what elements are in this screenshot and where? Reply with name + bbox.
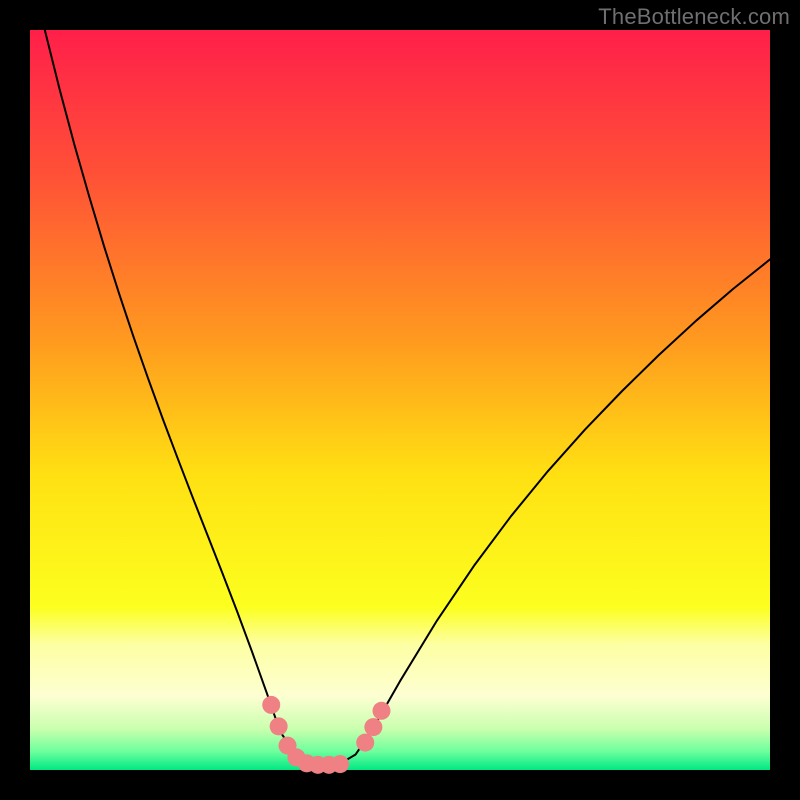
curve-marker (331, 755, 349, 773)
watermark-text: TheBottleneck.com (598, 4, 790, 30)
chart-frame: TheBottleneck.com (0, 0, 800, 800)
curve-marker (356, 734, 374, 752)
curve-marker (373, 702, 391, 720)
curve-marker (364, 718, 382, 736)
curve-marker (262, 696, 280, 714)
bottleneck-chart (0, 0, 800, 800)
curve-marker (270, 717, 288, 735)
plot-background (30, 30, 770, 770)
